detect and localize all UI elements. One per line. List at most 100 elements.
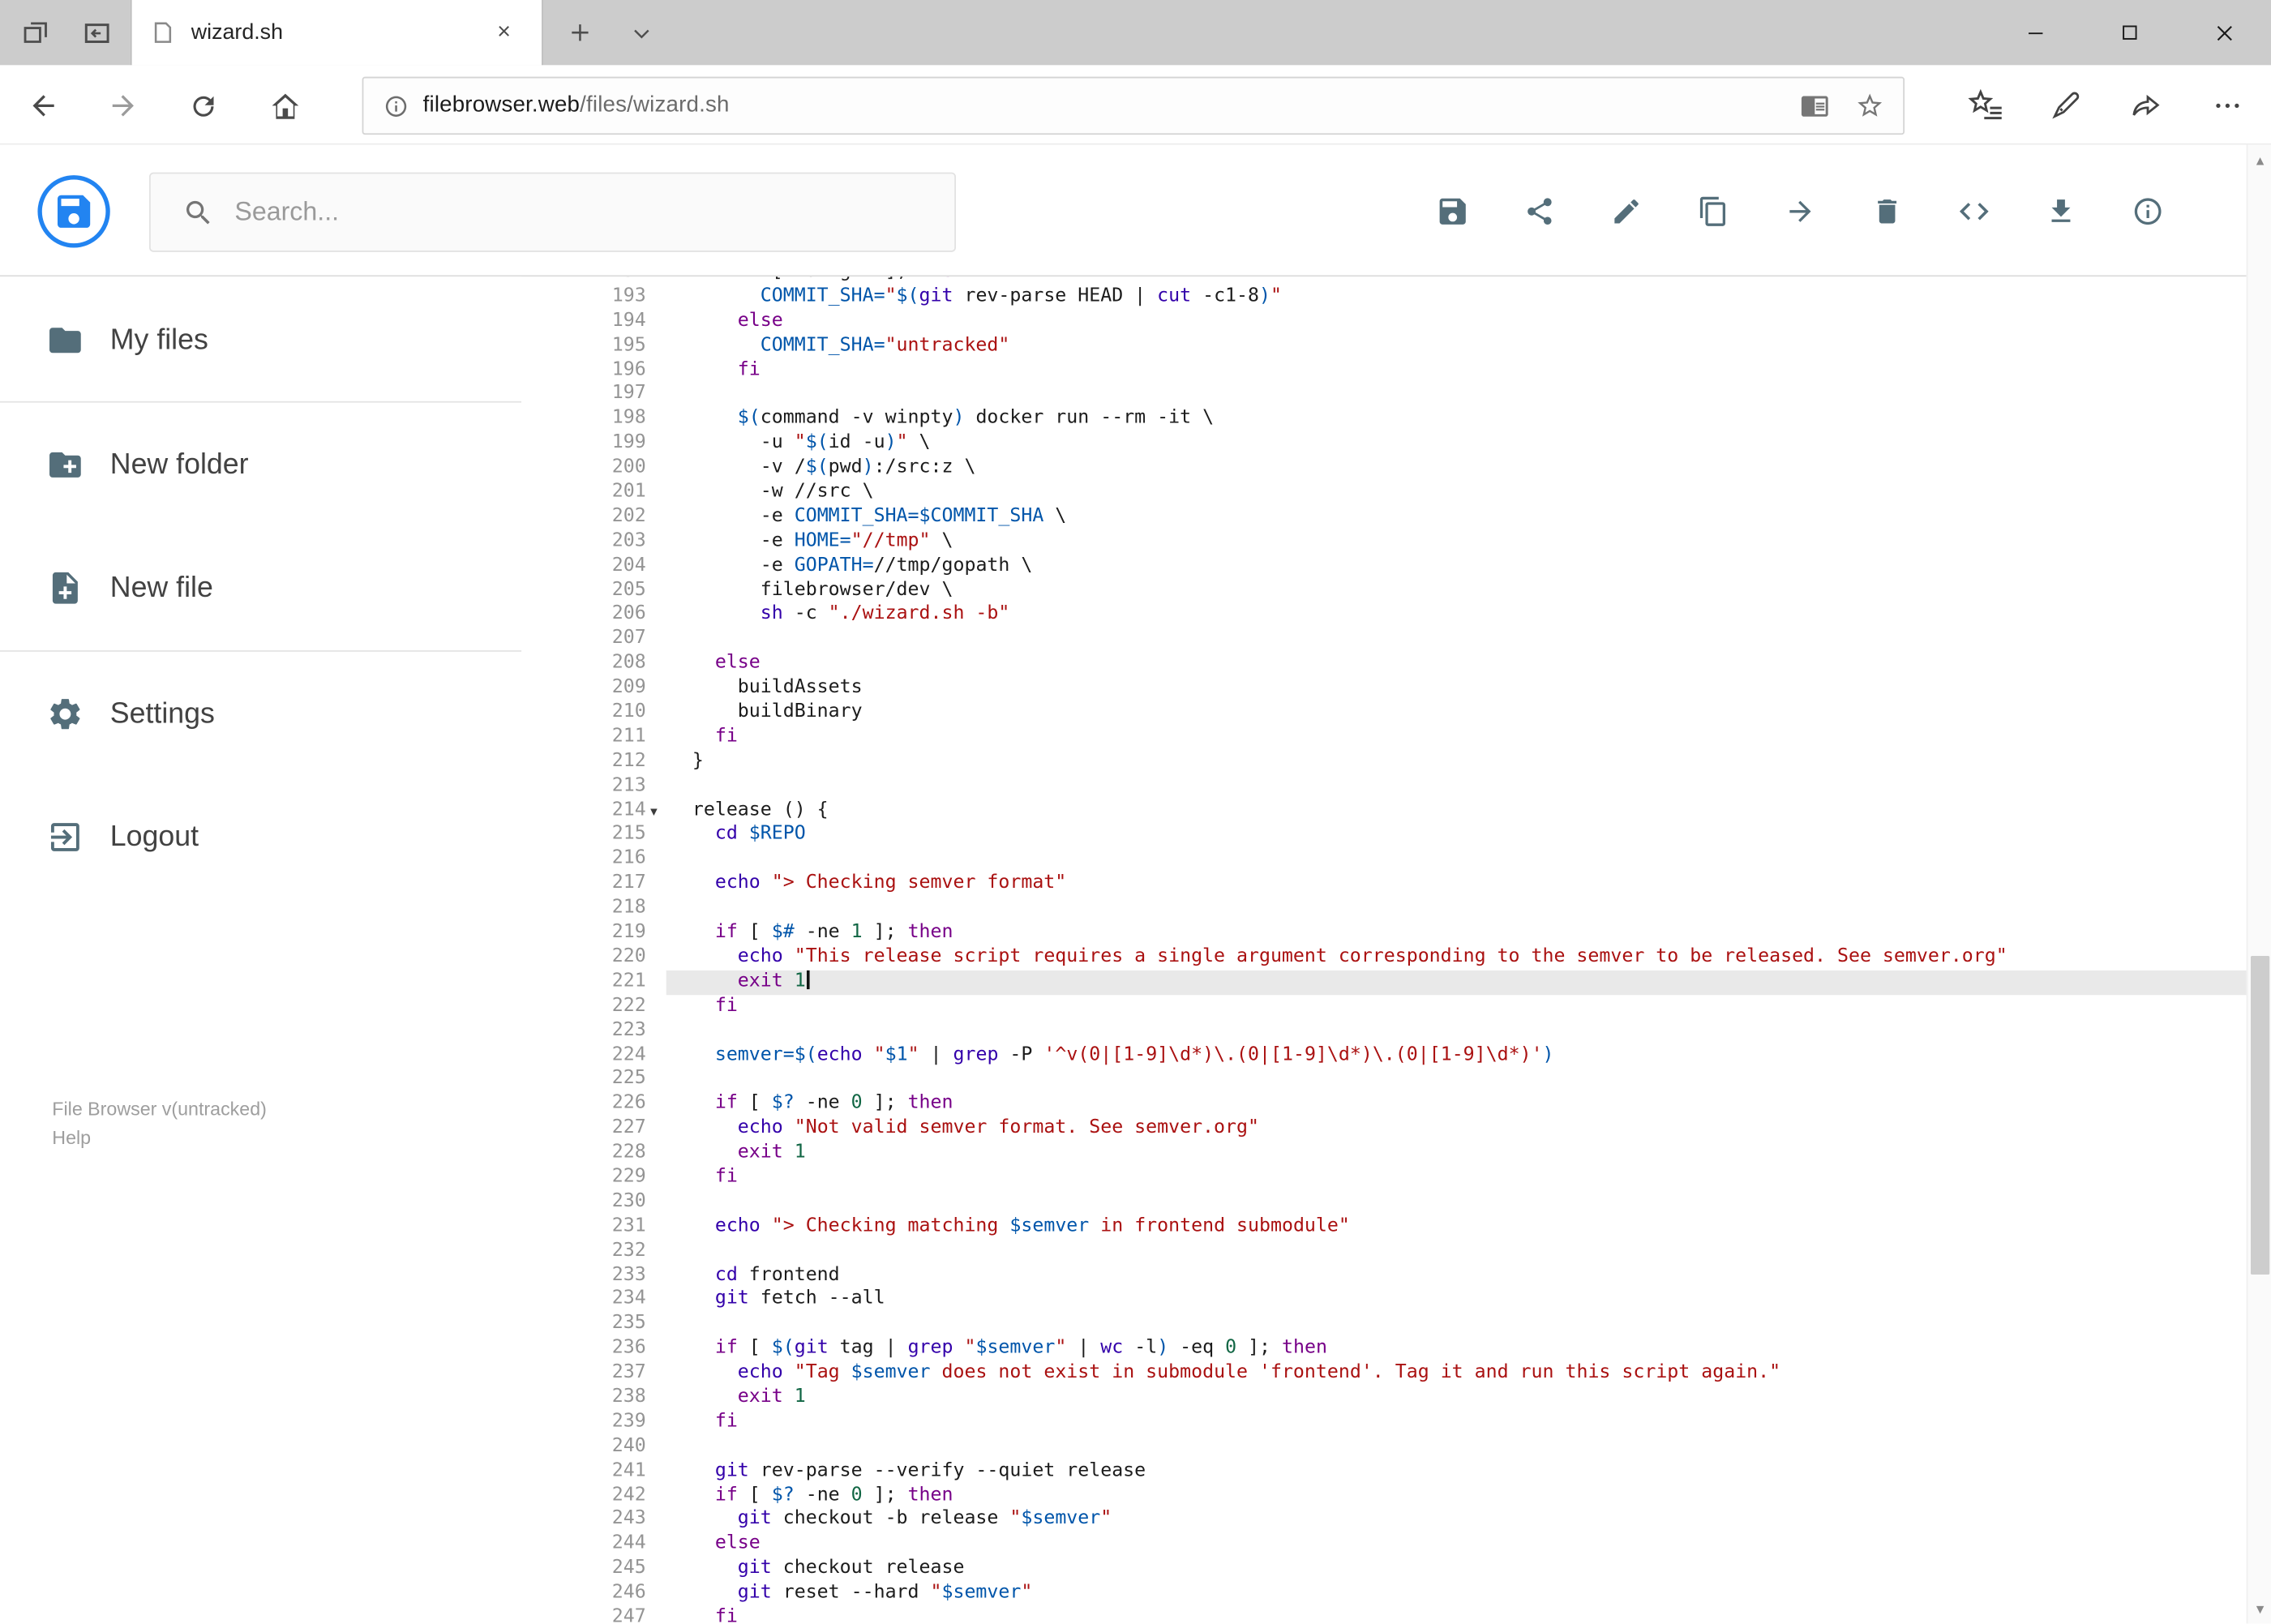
home-button[interactable] — [264, 84, 307, 128]
code-line[interactable]: 244 else — [568, 1533, 2246, 1558]
favorite-star-button[interactable] — [1848, 84, 1892, 128]
code-line[interactable]: 203 -e HOME="//tmp" \ — [568, 529, 2246, 554]
code-line[interactable]: 212} — [568, 750, 2246, 774]
web-note-button[interactable] — [2044, 84, 2088, 128]
close-window-button[interactable] — [2177, 0, 2271, 65]
code-line[interactable]: 205 filebrowser/dev \ — [568, 579, 2246, 603]
sidebar-item-settings[interactable]: Settings — [0, 676, 521, 752]
url-field[interactable]: filebrowser.web/files/wizard.sh — [362, 76, 1905, 135]
rename-button[interactable] — [1609, 194, 1644, 229]
scroll-up-icon[interactable]: ▲ — [2247, 145, 2271, 176]
code-line[interactable]: 200 -v /$(pwd):/src:z \ — [568, 456, 2246, 481]
code-line[interactable]: 241 git rev-parse --verify --quiet relea… — [568, 1459, 2246, 1484]
code-line[interactable]: 230 — [568, 1190, 2246, 1215]
back-button[interactable] — [22, 84, 66, 128]
code-line[interactable]: 225 — [568, 1068, 2246, 1092]
code-line[interactable]: 215 cd $REPO — [568, 824, 2246, 848]
code-line[interactable]: 195 COMMIT_SHA="untracked" — [568, 334, 2246, 358]
code-line[interactable]: 198 $(command -v winpty) docker run --rm… — [568, 408, 2246, 432]
code-line[interactable]: 239 fi — [568, 1411, 2246, 1435]
scroll-down-icon[interactable]: ▼ — [2247, 1593, 2271, 1624]
code-line[interactable]: 234 git fetch --all — [568, 1288, 2246, 1313]
code-line[interactable]: 211 fi — [568, 726, 2246, 750]
code-line[interactable]: 213 — [568, 774, 2246, 799]
tab-list-button[interactable] — [617, 9, 665, 57]
tab-close-icon[interactable]: × — [485, 14, 522, 51]
move-button[interactable] — [1783, 194, 1818, 229]
code-line[interactable]: 194 else — [568, 310, 2246, 334]
set-tabs-aside-button[interactable] — [72, 9, 120, 57]
filebrowser-logo[interactable] — [37, 175, 110, 248]
code-line[interactable]: 245 git checkout release — [568, 1558, 2246, 1582]
delete-button[interactable] — [1870, 194, 1905, 229]
code-line[interactable]: 210 buildBinary — [568, 701, 2246, 726]
more-menu-button[interactable] — [2206, 84, 2250, 128]
search-box[interactable] — [148, 172, 956, 252]
site-info-button[interactable] — [379, 90, 411, 122]
code-line[interactable]: 229 fi — [568, 1166, 2246, 1190]
code-line[interactable]: 223 — [568, 1019, 2246, 1043]
download-button[interactable] — [2044, 194, 2079, 229]
code-line[interactable]: 232 — [568, 1239, 2246, 1263]
refresh-button[interactable] — [181, 84, 225, 128]
code-line[interactable]: 235 — [568, 1313, 2246, 1337]
browser-tab[interactable]: wizard.sh × — [130, 0, 543, 66]
code-line[interactable]: 218 — [568, 897, 2246, 921]
code-line[interactable]: 233 cd frontend — [568, 1264, 2246, 1288]
code-line[interactable]: 227 echo "Not valid semver format. See s… — [568, 1117, 2246, 1142]
code-line[interactable]: 222 fi — [568, 995, 2246, 1019]
reading-view-button[interactable] — [1793, 84, 1837, 128]
save-button[interactable] — [1435, 194, 1470, 229]
maximize-button[interactable] — [2083, 0, 2177, 65]
code-line[interactable]: 226 if [ $? -ne 0 ]; then — [568, 1092, 2246, 1116]
code-line[interactable]: 217 echo "> Checking semver format" — [568, 872, 2246, 897]
code-line[interactable]: 193 COMMIT_SHA="$(git rev-parse HEAD | c… — [568, 285, 2246, 310]
code-line[interactable]: 207 — [568, 628, 2246, 652]
fold-arrow-icon[interactable]: ▼ — [650, 800, 658, 825]
code-line[interactable]: 214 ▼ release () { — [568, 799, 2246, 823]
sidebar-item-new-file[interactable]: New file — [0, 551, 521, 626]
code-line[interactable]: 221 exit 1 — [568, 970, 2247, 995]
forward-button[interactable] — [101, 84, 145, 128]
code-line[interactable]: 197 — [568, 383, 2246, 407]
page-scrollbar[interactable]: ▲ ▼ — [2246, 144, 2271, 1624]
sidebar-item-new-folder[interactable]: New folder — [0, 427, 521, 503]
scrollbar-thumb[interactable] — [2250, 955, 2270, 1275]
sidebar-item-my-files[interactable]: My files — [0, 302, 521, 378]
code-line[interactable]: 199 -u "$(id -u)" \ — [568, 432, 2246, 456]
code-line[interactable]: 216 — [568, 848, 2246, 872]
code-line[interactable]: 220 echo "This release script requires a… — [568, 945, 2246, 970]
sidebar-item-logout[interactable]: Logout — [0, 799, 521, 875]
code-editor[interactable]: 192 if [ -d .git ]; then193 COMMIT_SHA="… — [568, 276, 2247, 1624]
tab-preview-button[interactable] — [11, 9, 59, 57]
code-line[interactable]: 202 -e COMMIT_SHA=$COMMIT_SHA \ — [568, 505, 2246, 529]
code-line[interactable]: 242 if [ $? -ne 0 ]; then — [568, 1484, 2246, 1508]
code-line[interactable]: 208 else — [568, 652, 2246, 676]
code-line[interactable]: 236 if [ $(git tag | grep "$semver" | wc… — [568, 1337, 2246, 1361]
search-input[interactable] — [234, 196, 955, 228]
help-link[interactable]: Help — [52, 1127, 91, 1149]
copy-button[interactable] — [1696, 194, 1731, 229]
code-line[interactable]: 238 exit 1 — [568, 1386, 2246, 1410]
new-tab-button[interactable] — [556, 9, 604, 57]
file-info-button[interactable] — [2131, 194, 2166, 229]
code-line[interactable]: 192 if [ -d .git ]; then — [568, 276, 2246, 285]
code-line[interactable]: 201 -w //src \ — [568, 481, 2246, 505]
url-text[interactable]: filebrowser.web/files/wizard.sh — [423, 92, 1793, 118]
share-page-button[interactable] — [2125, 84, 2169, 128]
code-line[interactable]: 209 buildAssets — [568, 676, 2246, 701]
code-line[interactable]: 228 exit 1 — [568, 1142, 2246, 1166]
favorites-hub-button[interactable] — [1964, 84, 2007, 128]
code-line[interactable]: 247 fi — [568, 1606, 2246, 1623]
code-line[interactable]: 243 git checkout -b release "$semver" — [568, 1508, 2246, 1532]
code-line[interactable]: 206 sh -c "./wizard.sh -b" — [568, 603, 2246, 628]
code-line[interactable]: 224 semver=$(echo "$1" | grep -P '^v(0|[… — [568, 1043, 2246, 1068]
code-line[interactable]: 246 git reset --hard "$semver" — [568, 1582, 2246, 1606]
code-line[interactable]: 240 — [568, 1435, 2246, 1459]
share-button[interactable] — [1522, 194, 1557, 229]
code-line[interactable]: 219 if [ $# -ne 1 ]; then — [568, 921, 2246, 945]
raw-view-button[interactable] — [1956, 194, 1991, 229]
code-line[interactable]: 237 echo "Tag $semver does not exist in … — [568, 1361, 2246, 1386]
code-line[interactable]: 196 fi — [568, 358, 2246, 383]
minimize-button[interactable] — [1989, 0, 2083, 65]
